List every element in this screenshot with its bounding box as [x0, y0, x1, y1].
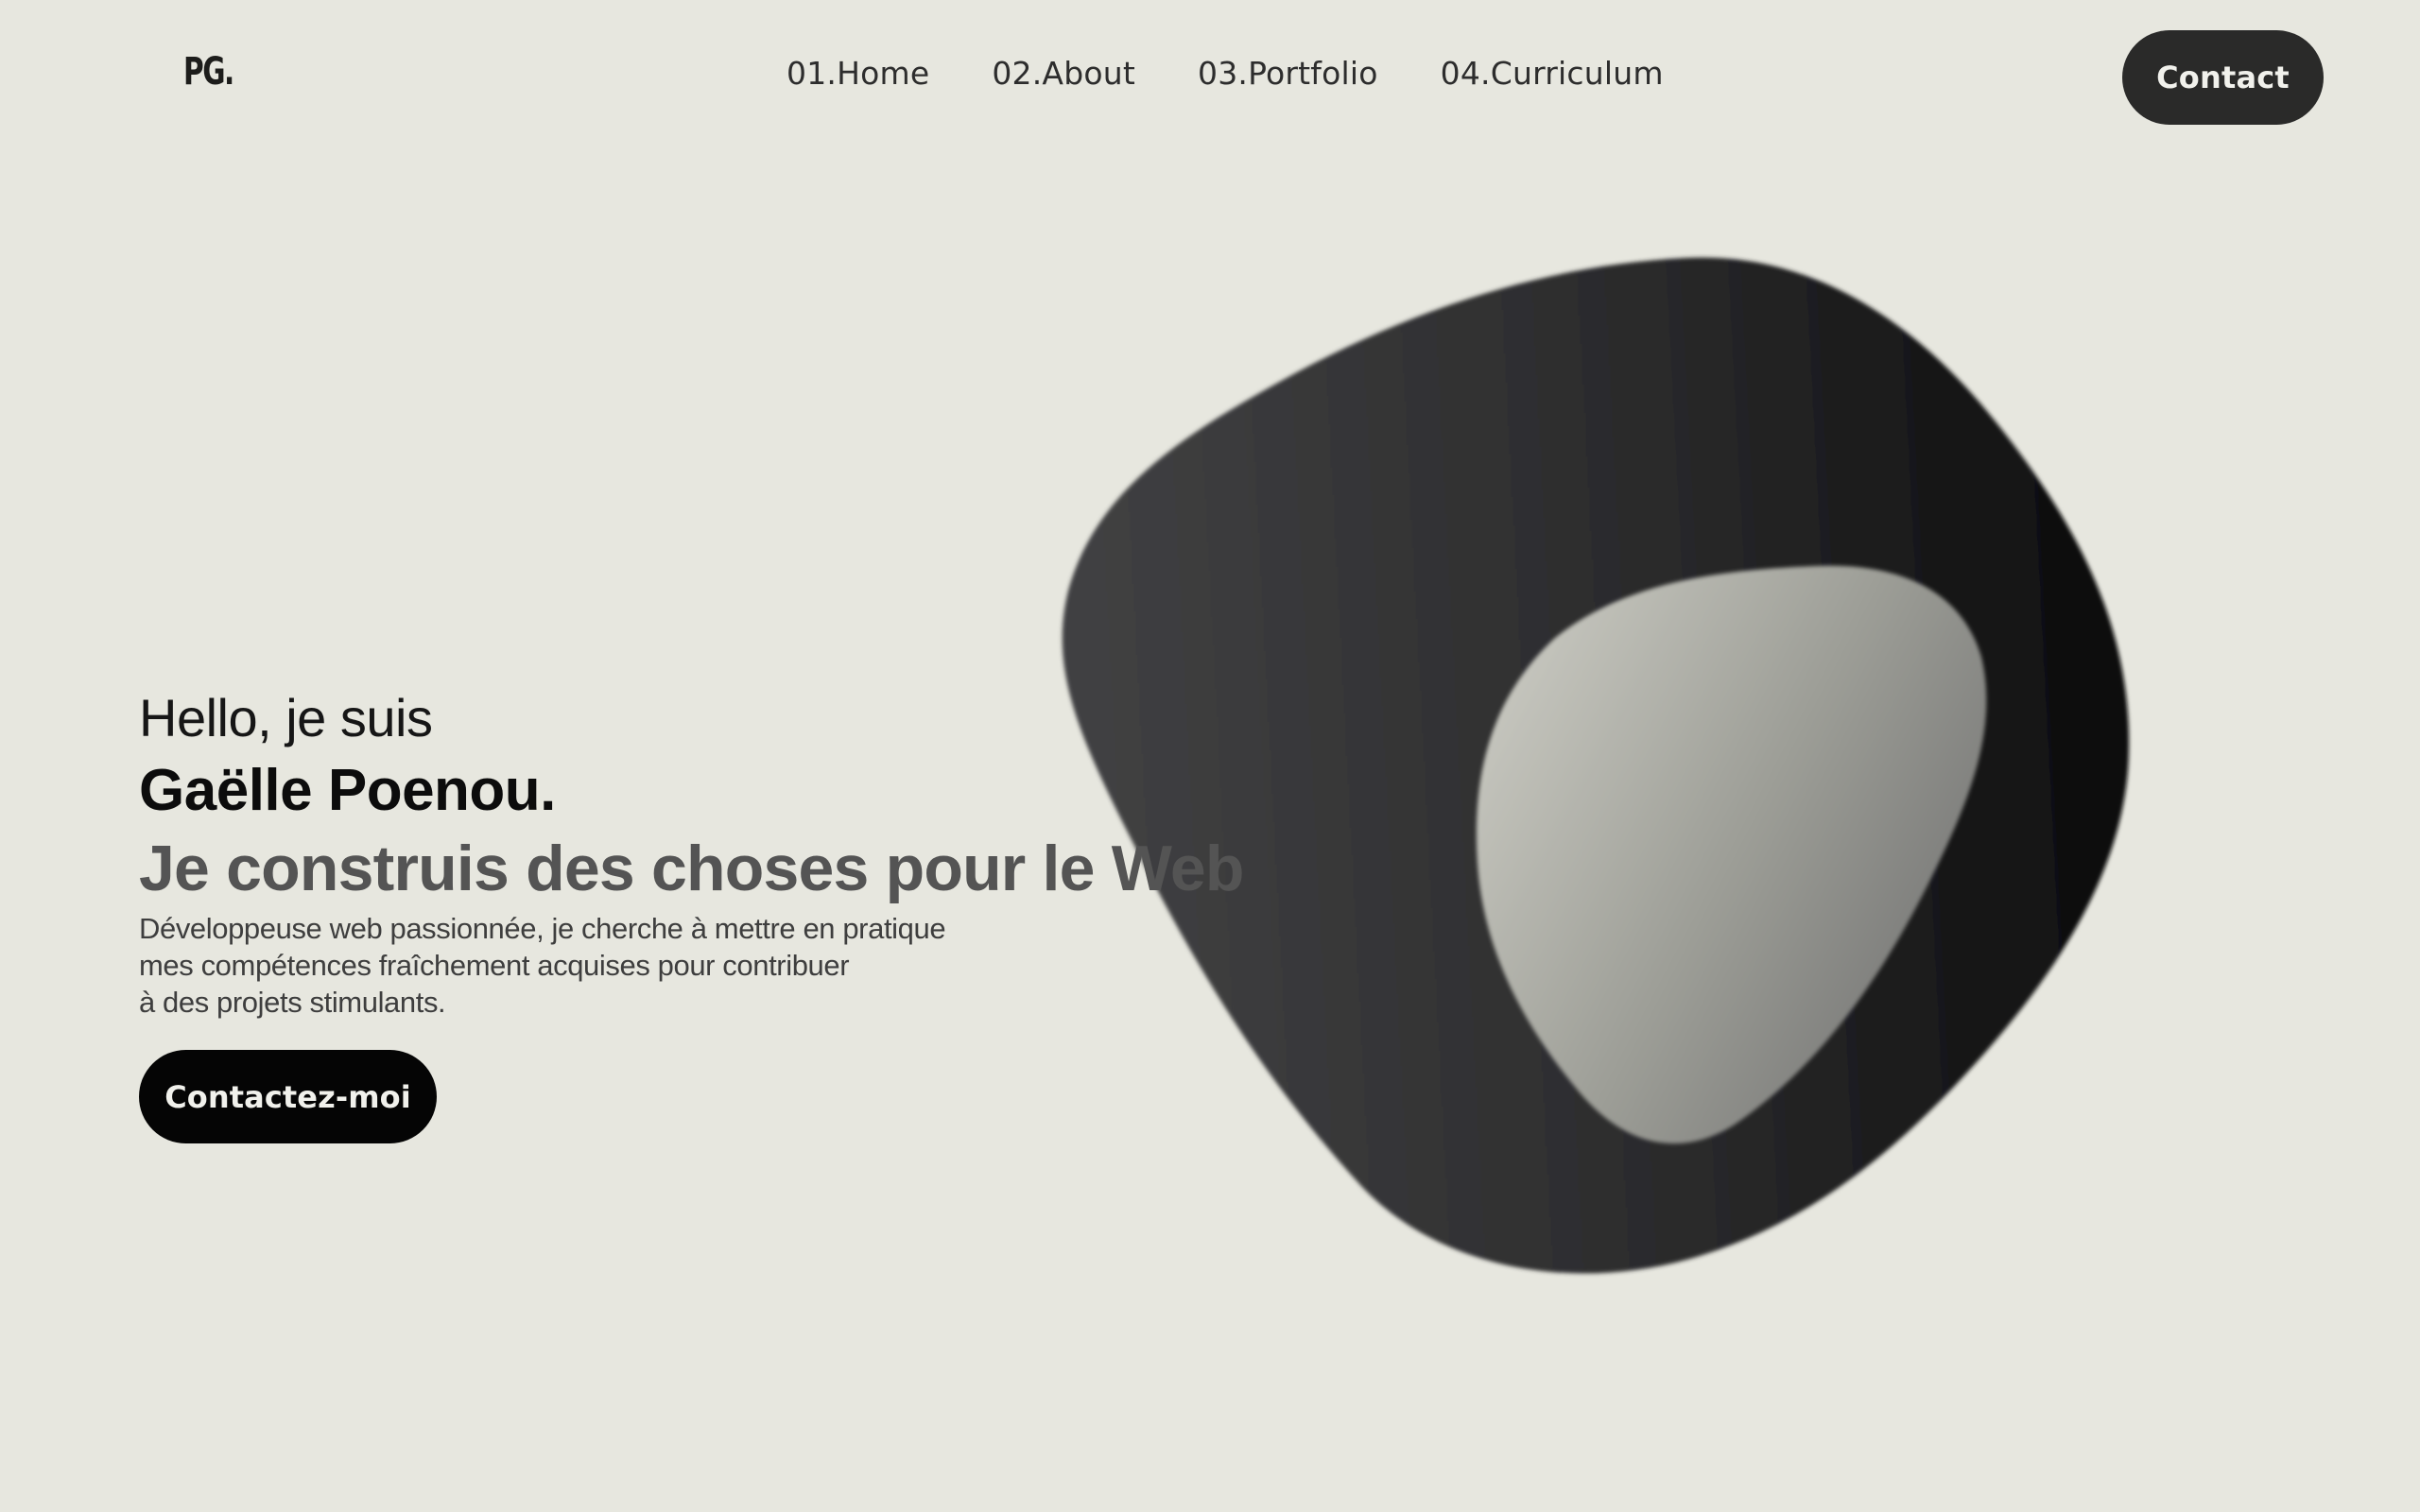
nav-link-portfolio[interactable]: 03.Portfolio [1198, 55, 1378, 93]
hero-name: Gaëlle Poenou. [139, 758, 556, 823]
logo[interactable]: PG. [183, 53, 234, 91]
hero-tagline: Je construis des choses pour le Web [139, 833, 1244, 904]
nav-link-about[interactable]: 02.About [992, 55, 1135, 93]
hero-bio-line: à des projets stimulants. [139, 986, 446, 1019]
page: PG. 01.Home 02.About 03.Portfolio 04.Cur… [0, 0, 2420, 1512]
hero-bio-line: mes compétences fraîchement acquises pou… [139, 949, 850, 982]
nav-link-curriculum[interactable]: 04.Curriculum [1441, 55, 1664, 93]
site-header: PG. 01.Home 02.About 03.Portfolio 04.Cur… [0, 0, 2420, 157]
contact-button[interactable]: Contact [2122, 30, 2324, 125]
contact-me-button[interactable]: Contactez-moi [139, 1050, 437, 1143]
main-nav: 01.Home 02.About 03.Portfolio 04.Curricu… [786, 55, 1664, 93]
hero-bio-line: Développeuse web passionnée, je cherche … [139, 912, 946, 945]
hero-bio: Développeuse web passionnée, je cherche … [139, 910, 1273, 1021]
nav-link-home[interactable]: 01.Home [786, 55, 929, 93]
hero-section: Hello, je suis Gaëlle Poenou. Je constru… [139, 685, 1273, 1143]
hero-greeting: Hello, je suis [139, 688, 433, 747]
